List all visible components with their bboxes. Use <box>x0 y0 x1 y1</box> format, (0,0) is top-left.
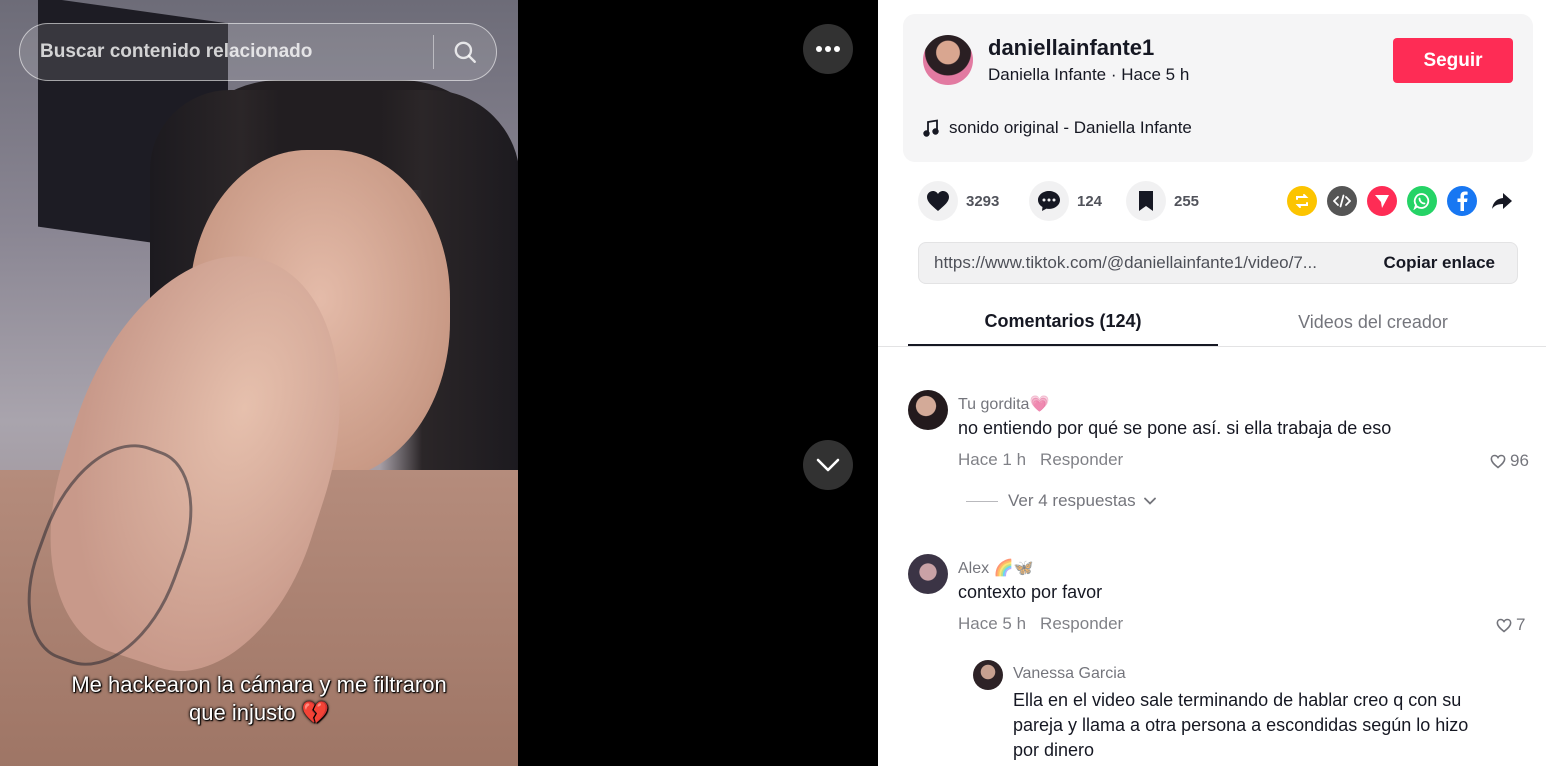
share-link-text[interactable]: https://www.tiktok.com/@daniellainfante1… <box>919 253 1368 273</box>
more-options-button[interactable] <box>803 24 853 74</box>
music-label: sonido original - Daniella Infante <box>949 118 1192 137</box>
author-meta: Daniella Infante · Hace 5 h <box>988 65 1190 84</box>
copy-link-button[interactable]: Copiar enlace <box>1368 253 1518 273</box>
bookmark-icon <box>1139 191 1153 211</box>
search-icon <box>454 41 476 63</box>
search-box[interactable] <box>19 23 497 81</box>
whatsapp-icon[interactable] <box>1407 186 1437 216</box>
commenter-username[interactable]: Alex 🌈🦋 <box>958 558 1033 578</box>
comment-time: Hace 1 h <box>958 450 1027 469</box>
reply-avatar[interactable] <box>973 660 1003 690</box>
comment-text: contexto por favor <box>958 582 1103 602</box>
video-frame[interactable]: Me hackearon la cámara y me filtraron qu… <box>0 0 518 766</box>
comment-text: no entiendo por qué se pone así. si ella… <box>958 418 1392 438</box>
music-link[interactable]: sonido original - Daniella Infante <box>923 118 1192 138</box>
author-avatar[interactable] <box>923 35 973 85</box>
share-link-box: https://www.tiktok.com/@daniellainfante1… <box>918 242 1518 284</box>
save-count: 255 <box>1174 192 1200 210</box>
comment-time: Hace 5 h <box>958 614 1027 633</box>
side-panel: daniellainfante1 Daniella Infante · Hace… <box>878 0 1546 766</box>
music-note-icon <box>923 119 939 137</box>
like-button[interactable]: 3293 <box>918 181 999 221</box>
tab-comments[interactable]: Comentarios (124) <box>908 298 1218 346</box>
reply-text: Ella en el video sale terminando de habl… <box>1013 690 1469 760</box>
send-icon[interactable] <box>1367 186 1397 216</box>
search-button[interactable] <box>434 24 496 80</box>
view-replies-label: Ver 4 respuestas <box>1008 491 1136 510</box>
comment-like-count: 96 <box>1510 451 1529 470</box>
tab-creator-videos[interactable]: Videos del creador <box>1218 298 1528 346</box>
commenter-avatar[interactable] <box>908 554 948 594</box>
commenter-avatar[interactable] <box>908 390 948 430</box>
author-username[interactable]: daniellainfante1 <box>988 35 1154 61</box>
heart-icon <box>927 191 949 211</box>
reply-button[interactable]: Responder <box>1040 614 1123 633</box>
view-replies-button[interactable]: Ver 4 respuestas <box>966 491 1156 511</box>
video-caption: Me hackearon la cámara y me filtraron qu… <box>71 672 447 725</box>
chevron-down-icon <box>816 458 840 472</box>
embed-icon[interactable] <box>1327 186 1357 216</box>
tabs: Comentarios (124) Videos del creador <box>878 298 1546 347</box>
heart-outline-icon <box>1490 454 1506 469</box>
repost-icon[interactable] <box>1287 186 1317 216</box>
comment-meta: Hace 5 h Responder <box>958 614 1123 634</box>
action-bar: 3293 124 255 <box>918 181 1518 223</box>
next-video-button[interactable] <box>803 440 853 490</box>
comment-button[interactable]: 124 <box>1029 181 1102 221</box>
share-arrow-icon[interactable] <box>1487 186 1517 216</box>
like-count: 3293 <box>966 192 1000 210</box>
comment-like-button[interactable]: 96 <box>1490 451 1529 471</box>
video-area[interactable]: Me hackearon la cámara y me filtraron qu… <box>0 0 878 766</box>
search-input[interactable] <box>20 24 433 80</box>
author-card: daniellainfante1 Daniella Infante · Hace… <box>903 14 1533 162</box>
comment-like-count: 7 <box>1516 615 1526 634</box>
reply-button[interactable]: Responder <box>1040 450 1123 469</box>
more-dots-icon <box>816 46 840 52</box>
chevron-down-icon <box>1143 497 1156 505</box>
comment-count: 124 <box>1077 192 1103 210</box>
share-icons <box>1287 186 1517 216</box>
reply-username[interactable]: Vanessa Garcia <box>1013 665 1126 683</box>
comment-bubble-icon <box>1038 191 1060 211</box>
comment-meta: Hace 1 h Responder <box>958 450 1123 470</box>
view-replies-line <box>966 500 998 502</box>
commenter-username[interactable]: Tu gordita💗 <box>958 394 1049 414</box>
save-button[interactable]: 255 <box>1126 181 1199 221</box>
follow-button[interactable]: Seguir <box>1393 38 1513 83</box>
facebook-icon[interactable] <box>1447 186 1477 216</box>
heart-outline-icon <box>1496 618 1512 633</box>
comment-like-button[interactable]: 7 <box>1496 615 1525 635</box>
